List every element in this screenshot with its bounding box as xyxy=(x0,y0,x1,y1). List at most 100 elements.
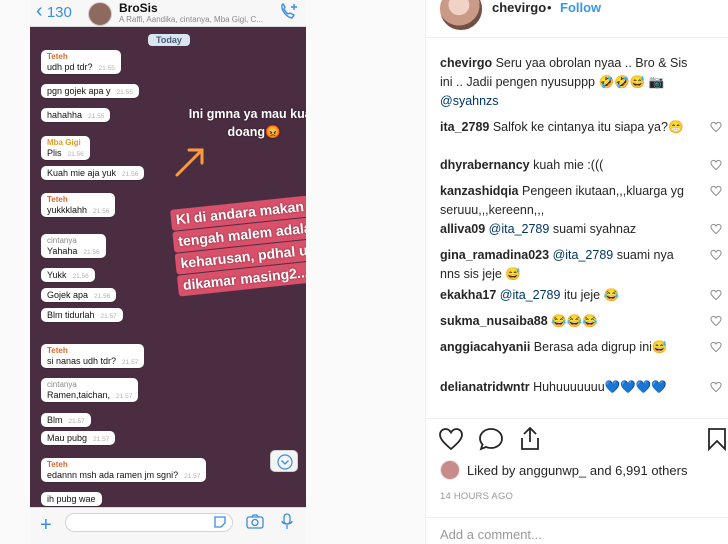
microphone-icon[interactable] xyxy=(280,513,294,531)
story-image: ‹ 130 BroSis A Raffi, Aandika, cintanya,… xyxy=(0,0,425,544)
chat-message[interactable]: ih pubg wae xyxy=(41,492,102,506)
message-input-bar: + xyxy=(30,507,306,544)
story-caption-top: Ini gmna ya mau kuah doang😡 xyxy=(188,107,306,139)
comment-body: alliva09 @ita_2789 suami syahnaz xyxy=(440,220,696,239)
comment-mention[interactable]: @ita_2789 xyxy=(553,248,614,262)
comment-username[interactable]: alliva09 xyxy=(440,222,485,236)
comment-like-icon[interactable] xyxy=(710,159,722,171)
avatar[interactable] xyxy=(440,460,460,480)
message-sender: Mba Gigi xyxy=(47,138,81,147)
camera-icon[interactable] xyxy=(246,514,264,529)
comment-text: Huhuuuuuuu💙💙💙💙 xyxy=(533,380,667,394)
comment-username[interactable]: ita_2789 xyxy=(440,120,489,134)
group-name[interactable]: BroSis xyxy=(119,1,158,15)
message-text: Yukk xyxy=(47,270,67,280)
chat-message[interactable]: Kuah mie aja yuk 21.56 xyxy=(41,166,145,180)
add-comment-bar: Add a comment... xyxy=(426,517,728,544)
chat-message[interactable]: cintanya Ramen,taichan, 21.57 xyxy=(41,378,139,402)
add-call-icon[interactable] xyxy=(278,2,300,22)
back-button[interactable]: ‹ 130 xyxy=(36,1,72,21)
comment-like-icon[interactable] xyxy=(710,315,722,327)
comment-text: itu jeje 😂 xyxy=(563,288,620,302)
date-badge: Today xyxy=(148,34,190,46)
chat-message[interactable]: cintanya Yahaha 21.56 xyxy=(41,234,106,258)
comment-text: suami syahnaz xyxy=(552,222,637,236)
comment-username[interactable]: gina_ramadina023 xyxy=(440,248,549,262)
comment-body: chevirgo Seru yaa obrolan nyaa .. Bro & … xyxy=(440,54,696,111)
share-icon[interactable] xyxy=(518,426,542,452)
comment-like-icon[interactable] xyxy=(710,223,722,235)
chevron-down-icon xyxy=(277,454,293,470)
message-text: udh pd tdr? xyxy=(47,62,93,72)
message-text: Blm xyxy=(47,415,63,425)
heart-icon[interactable] xyxy=(438,427,464,451)
chat-message[interactable]: Mba Gigi Plis 21.56 xyxy=(41,136,90,160)
comment-username[interactable]: dhyrabernancy xyxy=(440,158,530,172)
chat-message[interactable]: hahahha 21.55 xyxy=(41,108,111,122)
message-time: 21.56 xyxy=(83,249,100,256)
message-sender: Teteh xyxy=(47,460,68,469)
chat-message[interactable]: Teteh edannn msh ada ramen jm sgni? 21.57 xyxy=(41,458,207,482)
message-sender: Teteh xyxy=(47,346,68,355)
chat-message[interactable]: pgn gojek apa y 21.55 xyxy=(41,84,139,98)
scroll-down-button[interactable] xyxy=(270,450,298,472)
chat-message[interactable]: Teteh udh pd tdr? 21.55 xyxy=(41,50,121,74)
sticker-icon[interactable] xyxy=(213,515,227,529)
comment-like-icon[interactable] xyxy=(710,185,722,197)
message-text: Gojek apa xyxy=(47,290,89,300)
follow-button[interactable]: Follow xyxy=(560,0,601,15)
comment-like-icon[interactable] xyxy=(710,341,722,353)
comment-like-icon[interactable] xyxy=(710,381,722,393)
message-text: edannn msh ada ramen jm sgni? xyxy=(47,470,179,480)
avatar[interactable] xyxy=(438,0,484,32)
comment-username[interactable]: ekakha17 xyxy=(440,288,496,302)
post-timestamp[interactable]: 14 HOURS AGO xyxy=(440,491,513,502)
chat-message[interactable]: Yukk 21.56 xyxy=(41,268,95,282)
comment-row: gina_ramadina023 @ita_2789 suami nya nns… xyxy=(440,246,722,284)
comment-row: dhyrabernancy kuah mie :((( xyxy=(440,156,722,175)
chat-message[interactable]: Teteh si nanas udh tdr? 21.57 xyxy=(41,344,145,368)
message-time: 21.57 xyxy=(100,313,117,320)
comment-username[interactable]: anggiacahyanii xyxy=(440,340,530,354)
comment-row: ita_2789 Salfok ke cintanya itu siapa ya… xyxy=(440,118,722,137)
unread-count: 130 xyxy=(46,4,72,21)
message-text: Ramen,taichan, xyxy=(47,390,111,400)
comment-list: chevirgo Seru yaa obrolan nyaa .. Bro & … xyxy=(440,54,722,416)
message-time: 21.55 xyxy=(116,89,133,96)
plus-icon[interactable]: + xyxy=(40,514,52,537)
comment-username[interactable]: sukma_nusaiba88 xyxy=(440,314,548,328)
chat-message[interactable]: Mau pubg 21.57 xyxy=(41,431,116,445)
comment-mention[interactable]: @ita_2789 xyxy=(489,222,550,236)
chat-message[interactable]: Blm tidurlah 21.57 xyxy=(41,308,123,322)
comment-body: anggiacahyanii Berasa ada digrup ini😅 xyxy=(440,338,696,357)
chat-screenshot: ‹ 130 BroSis A Raffi, Aandika, cintanya,… xyxy=(30,0,306,544)
message-time: 21.56 xyxy=(67,151,84,158)
message-text: Blm tidurlah xyxy=(47,310,95,320)
likes-text[interactable]: Liked by anggunwp_ and 6,991 others xyxy=(467,463,687,478)
comment-body: delianatridwntr Huhuuuuuuu💙💙💙💙 xyxy=(440,378,696,397)
comment-mention[interactable]: @ita_2789 xyxy=(500,288,561,302)
chat-message[interactable]: Blm 21.57 xyxy=(41,413,91,427)
message-time: 21.56 xyxy=(93,208,110,215)
bookmark-icon[interactable] xyxy=(707,427,727,451)
group-avatar[interactable] xyxy=(88,2,112,26)
comment-row: chevirgo Seru yaa obrolan nyaa .. Bro & … xyxy=(440,54,722,111)
comment-like-icon[interactable] xyxy=(710,121,722,133)
comment-username[interactable]: kanzashidqia xyxy=(440,184,519,198)
add-comment-input[interactable]: Add a comment... xyxy=(440,527,542,542)
message-time: 21.56 xyxy=(94,293,111,300)
owner-username[interactable]: chevirgo xyxy=(492,0,546,15)
chat-message[interactable]: Teteh yukkklahh 21.56 xyxy=(41,193,116,217)
comment-like-icon[interactable] xyxy=(710,289,722,301)
comment-like-icon[interactable] xyxy=(710,249,722,261)
comment-text: Salfok ke cintanya itu siapa ya?😁 xyxy=(492,120,684,134)
post-panel: chevirgo • Follow chevirgo Seru yaa obro… xyxy=(425,0,728,544)
chat-message[interactable]: Gojek apa 21.56 xyxy=(41,288,117,302)
message-text: yukkklahh xyxy=(47,205,88,215)
comment-icon[interactable] xyxy=(478,427,504,451)
comment-username[interactable]: chevirgo xyxy=(440,56,492,70)
message-text: pgn gojek apa y xyxy=(47,86,111,96)
comment-mention[interactable]: @syahnzs xyxy=(440,94,499,108)
message-input[interactable] xyxy=(65,513,233,532)
comment-username[interactable]: delianatridwntr xyxy=(440,380,530,394)
